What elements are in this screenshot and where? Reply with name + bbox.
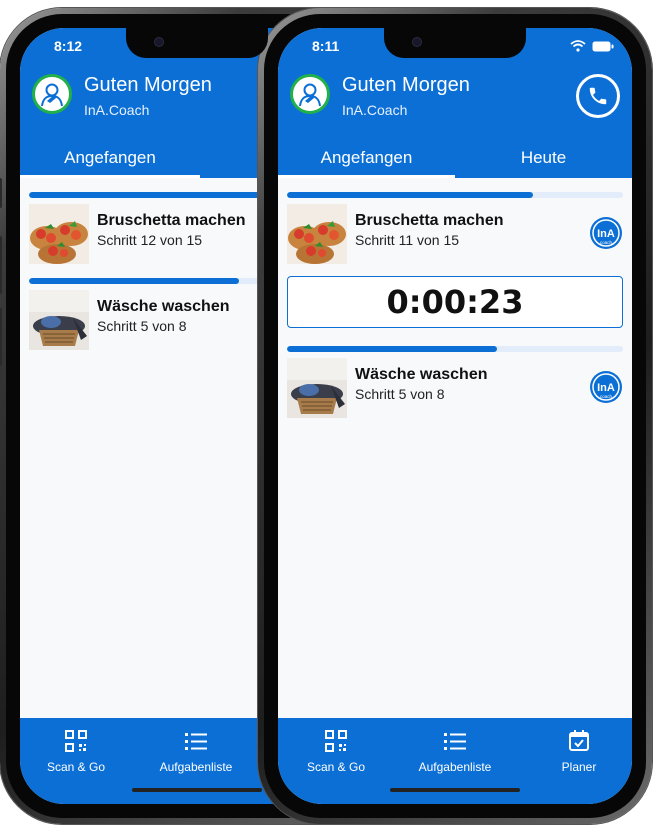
greeting: Guten Morgen (84, 74, 212, 96)
svg-text:coach: coach (600, 240, 613, 245)
notch (126, 28, 268, 58)
user-avatar-icon (41, 83, 63, 107)
task-title: Bruschetta machen (355, 212, 504, 229)
nav-aufgabenliste[interactable]: Aufgabenliste (146, 728, 246, 774)
home-indicator (132, 788, 262, 792)
task-step: Schritt 5 von 8 (97, 318, 187, 334)
svg-text:InA: InA (597, 228, 615, 240)
task-step: Schritt 5 von 8 (355, 386, 445, 402)
task-step: Schritt 11 von 15 (355, 232, 460, 248)
volume-up-button (0, 236, 2, 294)
status-time: 8:11 (312, 38, 340, 54)
avatar[interactable] (32, 74, 72, 114)
list-icon (185, 733, 207, 750)
nav-label: Planer (561, 760, 597, 774)
list-icon (444, 733, 466, 750)
greeting: Guten Morgen (342, 74, 470, 96)
nav-aufgabenliste[interactable]: Aufgabenliste (405, 728, 505, 774)
user-avatar-icon (299, 83, 321, 107)
laundry-image (287, 358, 347, 418)
subtitle: InA.Coach (84, 102, 150, 118)
nav-label: Aufgabenliste (418, 760, 492, 774)
nav-label: Scan & Go (306, 760, 366, 774)
ina-coach-icon[interactable]: InA coach (589, 216, 623, 250)
tab-label: Angefangen (64, 148, 156, 167)
nav-planer[interactable]: Planer (529, 728, 629, 774)
nav-scan-go[interactable]: Scan & Go (286, 728, 386, 774)
mute-switch (0, 178, 2, 208)
qr-code-icon (65, 730, 87, 752)
bottom-nav: Scan & Go Aufgabenliste Planer (278, 718, 632, 804)
nav-label: Aufgabenliste (159, 760, 233, 774)
svg-text:coach: coach (600, 394, 613, 399)
volume-down-button (0, 308, 2, 366)
list-item[interactable]: Bruschetta machen Schritt 11 von 15 InA … (287, 192, 623, 268)
call-button[interactable] (576, 74, 620, 118)
tab-angefangen[interactable]: Angefangen (278, 146, 455, 178)
laundry-image (29, 290, 89, 350)
svg-text:InA: InA (597, 382, 615, 394)
tab-label: Heute (520, 148, 567, 167)
status-time: 8:12 (54, 38, 83, 54)
tab-label: Angefangen (320, 148, 413, 167)
bruschetta-image (29, 204, 89, 264)
subtitle: InA.Coach (342, 102, 408, 118)
avatar[interactable] (290, 74, 330, 114)
screen: 8:11 Guten Morgen InA.Coach Angefangen H… (278, 28, 632, 804)
ina-coach-icon[interactable]: InA coach (589, 370, 623, 404)
tab-angefangen[interactable]: Angefangen (20, 146, 200, 178)
calendar-check-icon (569, 730, 589, 751)
list-item[interactable]: Wäsche waschen Schritt 5 von 8 InA coach (287, 346, 623, 422)
battery-icon (592, 41, 614, 51)
task-title: Wäsche waschen (355, 366, 488, 383)
task-progress (287, 346, 623, 352)
wifi-icon (570, 40, 586, 52)
task-step: Schritt 12 von 15 (97, 232, 203, 248)
home-indicator (390, 788, 520, 792)
progress-fill (287, 192, 534, 198)
qr-code-icon (325, 730, 347, 752)
progress-fill (29, 278, 239, 284)
nav-label: Scan & Go (46, 760, 106, 774)
notch (384, 28, 526, 58)
task-progress (287, 192, 623, 198)
status-icons (570, 40, 614, 52)
progress-fill (287, 346, 497, 352)
task-list: Bruschetta machen Schritt 11 von 15 InA … (278, 178, 632, 718)
nav-scan-go[interactable]: Scan & Go (26, 728, 126, 774)
tab-heute[interactable]: Heute (455, 146, 632, 178)
phone-icon (589, 87, 607, 105)
bruschetta-image (287, 204, 347, 264)
timer-display: 0:00:23 (287, 276, 623, 328)
tab-bar: Angefangen Heute (278, 146, 632, 178)
task-title: Bruschetta machen (97, 212, 246, 229)
phone-front: 8:11 Guten Morgen InA.Coach Angefangen H… (258, 8, 652, 824)
task-title: Wäsche waschen (97, 298, 230, 315)
